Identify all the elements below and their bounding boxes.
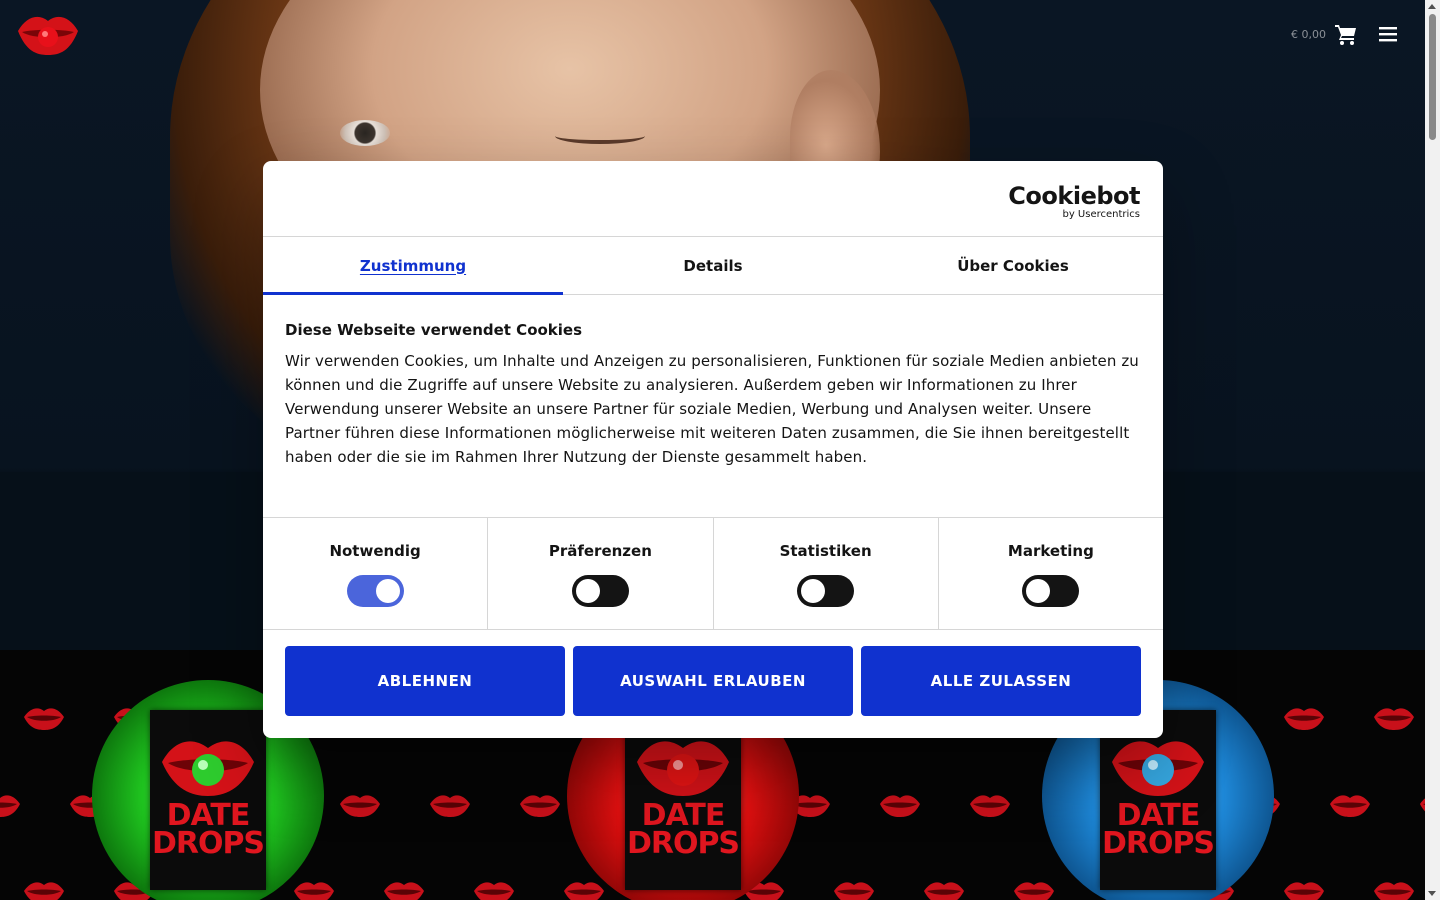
lips-pattern-icon [1328, 792, 1372, 818]
cart-price: € 0,00 [1291, 27, 1326, 41]
category-label: Marketing [1007, 542, 1094, 560]
lips-pattern-icon [0, 792, 22, 818]
dialog-description: Wir verwenden Cookies, um Inhalte und An… [285, 352, 1139, 466]
cookiebot-logo: Cookiebot by Usercentrics [1008, 183, 1140, 220]
lips-pattern-icon [382, 879, 426, 900]
allow-all-button[interactable]: ALLE ZULASSEN [861, 646, 1141, 716]
decline-button[interactable]: ABLEHNEN [285, 646, 565, 716]
category-praeferenzen: Präferenzen [488, 518, 714, 629]
lips-pattern-icon [1012, 879, 1056, 900]
scroll-up-arrow-icon[interactable] [1428, 4, 1436, 9]
toggle-knob [801, 579, 826, 603]
category-statistiken: Statistiken [714, 518, 939, 629]
toggle-knob [575, 579, 600, 603]
dialog-header: Cookiebot by Usercentrics [263, 161, 1163, 237]
tab-zustimmung[interactable]: Zustimmung [263, 237, 563, 295]
toggle-knob [375, 579, 400, 603]
lips-pattern-icon [968, 792, 1012, 818]
lips-pattern-icon [22, 705, 66, 731]
tab-details[interactable]: Details [563, 237, 863, 294]
toggle-notwendig[interactable] [346, 575, 404, 607]
cookiebot-by: by Usercentrics [1062, 209, 1140, 220]
lips-pattern-icon [832, 879, 876, 900]
product-brand: DATE DROPS [1101, 798, 1215, 861]
lips-drop-logo-icon [162, 741, 254, 796]
category-marketing: Marketing [939, 518, 1163, 629]
lips-pattern-icon [562, 879, 606, 900]
toggle-statistiken[interactable] [797, 575, 855, 607]
lips-pattern-icon [472, 879, 516, 900]
scroll-down-arrow-icon[interactable] [1428, 891, 1436, 896]
lips-pattern-icon [1372, 705, 1416, 731]
lips-pattern-icon [338, 792, 382, 818]
lips-pattern-icon [292, 879, 336, 900]
hero-eye-open [340, 120, 390, 146]
product-brand: DATE DROPS [626, 798, 740, 861]
toggle-marketing[interactable] [1022, 575, 1080, 607]
tab-ueber-cookies[interactable]: Über Cookies [863, 237, 1163, 294]
lips-pattern-icon [1372, 879, 1416, 900]
category-notwendig: Notwendig [263, 518, 489, 629]
toggle-knob [1026, 579, 1051, 603]
cart-icon[interactable] [1334, 22, 1358, 46]
hamburger-menu-icon[interactable] [1376, 22, 1400, 46]
product-brand: DATE DROPS [151, 798, 265, 861]
lips-pattern-icon [878, 792, 922, 818]
dialog-body: Diese Webseite verwendet Cookies Wir ver… [263, 295, 1163, 517]
cookiebot-name: Cookiebot [1008, 182, 1140, 210]
lips-pattern-icon [922, 879, 966, 900]
hero-eye-winking [555, 128, 645, 144]
cookie-categories: Notwendig Präferenzen Statistiken Market… [263, 517, 1163, 630]
allow-selection-button[interactable]: AUSWAHL ERLAUBEN [573, 646, 853, 716]
category-label: Präferenzen [548, 542, 652, 560]
dialog-tabs: Zustimmung Details Über Cookies [263, 237, 1163, 295]
cookie-consent-dialog: Cookiebot by Usercentrics Zustimmung Det… [263, 161, 1163, 738]
header-actions: € 0,00 [1291, 22, 1400, 46]
category-label: Notwendig [329, 542, 421, 560]
dialog-buttons: ABLEHNEN AUSWAHL ERLAUBEN ALLE ZULASSEN [263, 630, 1163, 732]
toggle-praeferenzen[interactable] [571, 575, 629, 607]
lips-pattern-icon [1282, 879, 1326, 900]
lips-logo[interactable] [16, 11, 80, 57]
lips-pattern-icon [518, 792, 562, 818]
product-pack: DATE DROPS [150, 710, 266, 890]
lips-logo-icon [18, 16, 78, 55]
page-scrollbar[interactable] [1425, 0, 1440, 900]
lips-pattern-icon [22, 879, 66, 900]
category-label: Statistiken [779, 542, 872, 560]
scrollbar-thumb[interactable] [1429, 14, 1436, 140]
lips-pattern-icon [1418, 792, 1425, 818]
dialog-title: Diese Webseite verwendet Cookies [285, 321, 583, 339]
lips-pattern-icon [428, 792, 472, 818]
lips-drop-logo-icon [637, 741, 729, 796]
lips-drop-logo-icon [1112, 741, 1204, 796]
lips-pattern-icon [1282, 705, 1326, 731]
